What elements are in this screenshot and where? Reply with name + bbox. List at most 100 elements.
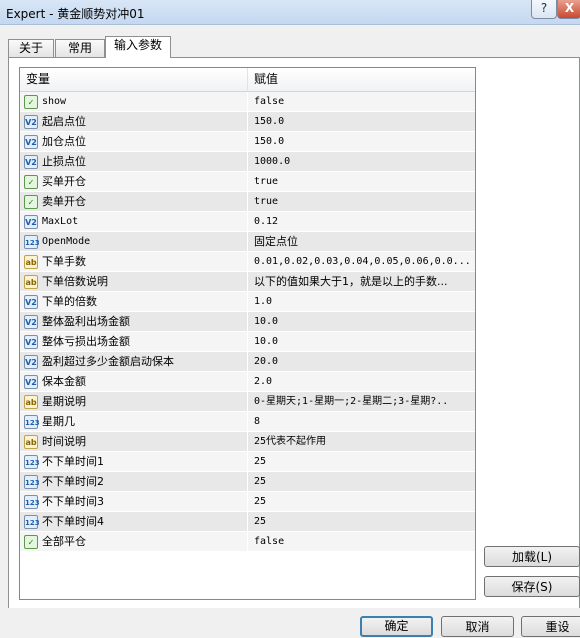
variable-name: 下单手数 xyxy=(42,255,86,268)
table-row[interactable]: ✓ 全部平仓 false xyxy=(20,532,475,552)
tab-common[interactable]: 常用 xyxy=(55,39,105,57)
value-cell[interactable]: 2.0 xyxy=(248,372,475,391)
int-icon: 123 xyxy=(24,234,40,249)
variable-cell: ✓ show xyxy=(20,92,248,111)
bool-icon: ✓ xyxy=(24,194,38,209)
value-cell[interactable]: true xyxy=(248,172,475,191)
variable-name: 不下单时间4 xyxy=(42,515,104,528)
grid-header: 变量 赋值 xyxy=(20,68,475,92)
tab-input-parameters[interactable]: 输入参数 xyxy=(105,36,171,58)
table-row[interactable]: V2 下单的倍数 1.0 xyxy=(20,292,475,312)
variable-cell: 123 OpenMode xyxy=(20,232,248,251)
table-row[interactable]: 123 不下单时间2 25 xyxy=(20,472,475,492)
value-cell[interactable]: 1000.0 xyxy=(248,152,475,171)
bool-icon: ✓ xyxy=(24,534,38,549)
variable-name: 卖单开仓 xyxy=(42,195,86,208)
variable-name: 止损点位 xyxy=(42,155,86,168)
value-cell[interactable]: 10.0 xyxy=(248,312,475,331)
column-header-variable[interactable]: 变量 xyxy=(20,68,248,91)
value-cell[interactable]: 150.0 xyxy=(248,112,475,131)
table-row[interactable]: ab 星期说明 0-星期天;1-星期一;2-星期二;3-星期?.. xyxy=(20,392,475,412)
value-cell[interactable]: 10.0 xyxy=(248,332,475,351)
ok-button[interactable]: 确定 xyxy=(360,616,433,637)
int-icon: 123 xyxy=(24,494,40,509)
value-cell[interactable]: 25 xyxy=(248,512,475,531)
variable-name: OpenMode xyxy=(42,236,91,247)
variable-name: MaxLot xyxy=(42,216,79,227)
string-icon: ab xyxy=(24,434,38,449)
load-button[interactable]: 加载(L) xyxy=(484,546,580,567)
variable-name: 下单倍数说明 xyxy=(42,275,108,288)
table-row[interactable]: ✓ show false xyxy=(20,92,475,112)
table-row[interactable]: V2 整体盈利出场金额 10.0 xyxy=(20,312,475,332)
table-row[interactable]: 123 不下单时间4 25 xyxy=(20,512,475,532)
value-cell[interactable]: 以下的值如果大于1，就是以上的手数... xyxy=(248,272,475,291)
variable-name: 星期说明 xyxy=(42,395,86,408)
value-cell[interactable]: 1.0 xyxy=(248,292,475,311)
table-row[interactable]: V2 保本金额 2.0 xyxy=(20,372,475,392)
value-cell[interactable]: 25 xyxy=(248,492,475,511)
variable-cell: 123 不下单时间3 xyxy=(20,492,248,511)
table-row[interactable]: V2 盈利超过多少金额启动保本 20.0 xyxy=(20,352,475,372)
variable-cell: ✓ 卖单开仓 xyxy=(20,192,248,211)
table-row[interactable]: V2 MaxLot 0.12 xyxy=(20,212,475,232)
bool-icon: ✓ xyxy=(24,94,38,109)
table-row[interactable]: ✓ 买单开仓 true xyxy=(20,172,475,192)
cancel-button[interactable]: 取消 xyxy=(441,616,514,637)
value-cell[interactable]: 0-星期天;1-星期一;2-星期二;3-星期?.. xyxy=(248,392,475,411)
table-row[interactable]: V2 止损点位 1000.0 xyxy=(20,152,475,172)
variable-cell: V2 整体亏损出场金额 xyxy=(20,332,248,351)
reset-button[interactable]: 重设 xyxy=(521,616,580,637)
value-cell[interactable]: 25 xyxy=(248,452,475,471)
close-button[interactable]: X xyxy=(557,0,580,19)
string-icon: ab xyxy=(24,394,38,409)
value-cell[interactable]: false xyxy=(248,532,475,551)
value-cell[interactable]: 150.0 xyxy=(248,132,475,151)
int-icon: 123 xyxy=(24,514,40,529)
variable-cell: V2 MaxLot xyxy=(20,212,248,231)
value-cell[interactable]: 0.01,0.02,0.03,0.04,0.05,0.06,0.0... xyxy=(248,252,475,271)
variable-name: 时间说明 xyxy=(42,435,86,448)
help-button[interactable]: ? xyxy=(531,0,557,19)
int-icon: 123 xyxy=(24,454,40,469)
value-cell[interactable]: false xyxy=(248,92,475,111)
variable-name: 整体亏损出场金额 xyxy=(42,335,130,348)
save-button[interactable]: 保存(S) xyxy=(484,576,580,597)
double-icon: V2 xyxy=(24,374,38,389)
table-row[interactable]: 123 星期几 8 xyxy=(20,412,475,432)
variable-cell: V2 盈利超过多少金额启动保本 xyxy=(20,352,248,371)
variable-cell: ab 时间说明 xyxy=(20,432,248,451)
table-row[interactable]: V2 加仓点位 150.0 xyxy=(20,132,475,152)
table-row[interactable]: ab 下单倍数说明 以下的值如果大于1，就是以上的手数... xyxy=(20,272,475,292)
tab-about[interactable]: 关于 xyxy=(8,39,54,57)
variable-cell: V2 起启点位 xyxy=(20,112,248,131)
string-icon: ab xyxy=(24,274,38,289)
table-row[interactable]: ab 下单手数 0.01,0.02,0.03,0.04,0.05,0.06,0.0.… xyxy=(20,252,475,272)
table-row[interactable]: 123 OpenMode 固定点位 xyxy=(20,232,475,252)
value-cell[interactable]: 20.0 xyxy=(248,352,475,371)
value-cell[interactable]: true xyxy=(248,192,475,211)
variable-name: 不下单时间3 xyxy=(42,495,104,508)
value-cell[interactable]: 8 xyxy=(248,412,475,431)
value-cell[interactable]: 固定点位 xyxy=(248,232,475,251)
column-header-value[interactable]: 赋值 xyxy=(248,68,475,91)
table-row[interactable]: 123 不下单时间1 25 xyxy=(20,452,475,472)
table-row[interactable]: V2 起启点位 150.0 xyxy=(20,112,475,132)
variable-cell: 123 不下单时间1 xyxy=(20,452,248,471)
table-row[interactable]: ab 时间说明 25代表不起作用 xyxy=(20,432,475,452)
variable-cell: V2 止损点位 xyxy=(20,152,248,171)
table-row[interactable]: V2 整体亏损出场金额 10.0 xyxy=(20,332,475,352)
variable-cell: 123 不下单时间2 xyxy=(20,472,248,491)
double-icon: V2 xyxy=(24,334,38,349)
variable-cell: 123 星期几 xyxy=(20,412,248,431)
value-cell[interactable]: 0.12 xyxy=(248,212,475,231)
value-cell[interactable]: 25代表不起作用 xyxy=(248,432,475,451)
table-row[interactable]: 123 不下单时间3 25 xyxy=(20,492,475,512)
double-icon: V2 xyxy=(24,114,38,129)
variable-name: 星期几 xyxy=(42,415,75,428)
variable-name: 整体盈利出场金额 xyxy=(42,315,130,328)
value-cell[interactable]: 25 xyxy=(248,472,475,491)
variable-name: 不下单时间2 xyxy=(42,475,104,488)
table-row[interactable]: ✓ 卖单开仓 true xyxy=(20,192,475,212)
title-bar: Expert - 黄金顺势对冲01 ? X xyxy=(0,0,580,25)
